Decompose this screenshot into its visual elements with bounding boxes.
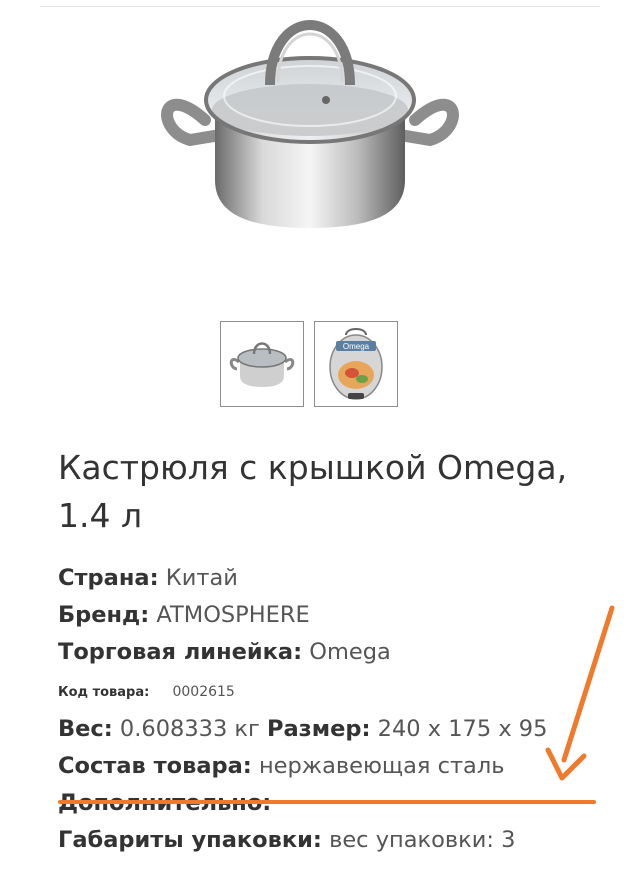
spec-label: Страна: bbox=[58, 565, 159, 591]
package-brand-text: Omega bbox=[343, 342, 370, 351]
spec-label: Габариты упаковки: bbox=[58, 827, 322, 853]
spec-value: нержавеющая сталь bbox=[258, 753, 505, 779]
spec-line: Торговая линейка: Omega bbox=[58, 634, 578, 671]
spec-label: Состав товара: bbox=[58, 753, 252, 779]
product-specs: Страна: Китай Бренд: ATMOSPHERE Торговая… bbox=[58, 560, 578, 859]
spec-value: Китай bbox=[165, 565, 238, 591]
spec-value: вес упаковки: 3 bbox=[329, 827, 516, 853]
spec-code: Код товара: 0002615 bbox=[58, 671, 578, 711]
product-main-image[interactable] bbox=[150, 10, 470, 240]
spec-value: ATMOSPHERE bbox=[156, 602, 310, 628]
spec-value: 240 x 175 x 95 bbox=[377, 716, 548, 742]
package-photo-icon: Omega bbox=[329, 328, 383, 400]
spec-value: Omega bbox=[309, 639, 391, 665]
arrow-down-left-icon bbox=[545, 605, 615, 781]
spec-country: Страна: Китай bbox=[58, 560, 578, 597]
product-title: Кастрюля с крышкой Omega, 1.4 л bbox=[58, 448, 568, 535]
spec-label: Вес: bbox=[58, 716, 113, 742]
thumbnail-package[interactable]: Omega bbox=[314, 321, 398, 407]
spec-composition: Состав товара: нержавеющая сталь bbox=[58, 748, 578, 785]
spec-brand: Бренд: ATMOSPHERE bbox=[58, 597, 578, 634]
pot-photo-icon bbox=[229, 342, 295, 387]
spec-label: Торговая линейка: bbox=[58, 639, 303, 665]
spec-label: Бренд: bbox=[58, 602, 150, 628]
spec-label: Код товара: bbox=[58, 685, 150, 700]
thumbnail-pot[interactable] bbox=[220, 321, 304, 407]
highlight-underline bbox=[58, 800, 596, 804]
spec-value: 0002615 bbox=[172, 684, 235, 700]
top-divider bbox=[40, 6, 600, 7]
spec-package: Габариты упаковки: вес упаковки: 3 bbox=[58, 822, 578, 859]
spec-label: Размер: bbox=[266, 716, 371, 742]
thumbnail-strip: Omega bbox=[220, 321, 398, 407]
spec-value: 0.608333 кг bbox=[119, 716, 260, 742]
spec-weight-size: Вес: 0.608333 кг Размер: 240 x 175 x 95 bbox=[58, 711, 578, 748]
